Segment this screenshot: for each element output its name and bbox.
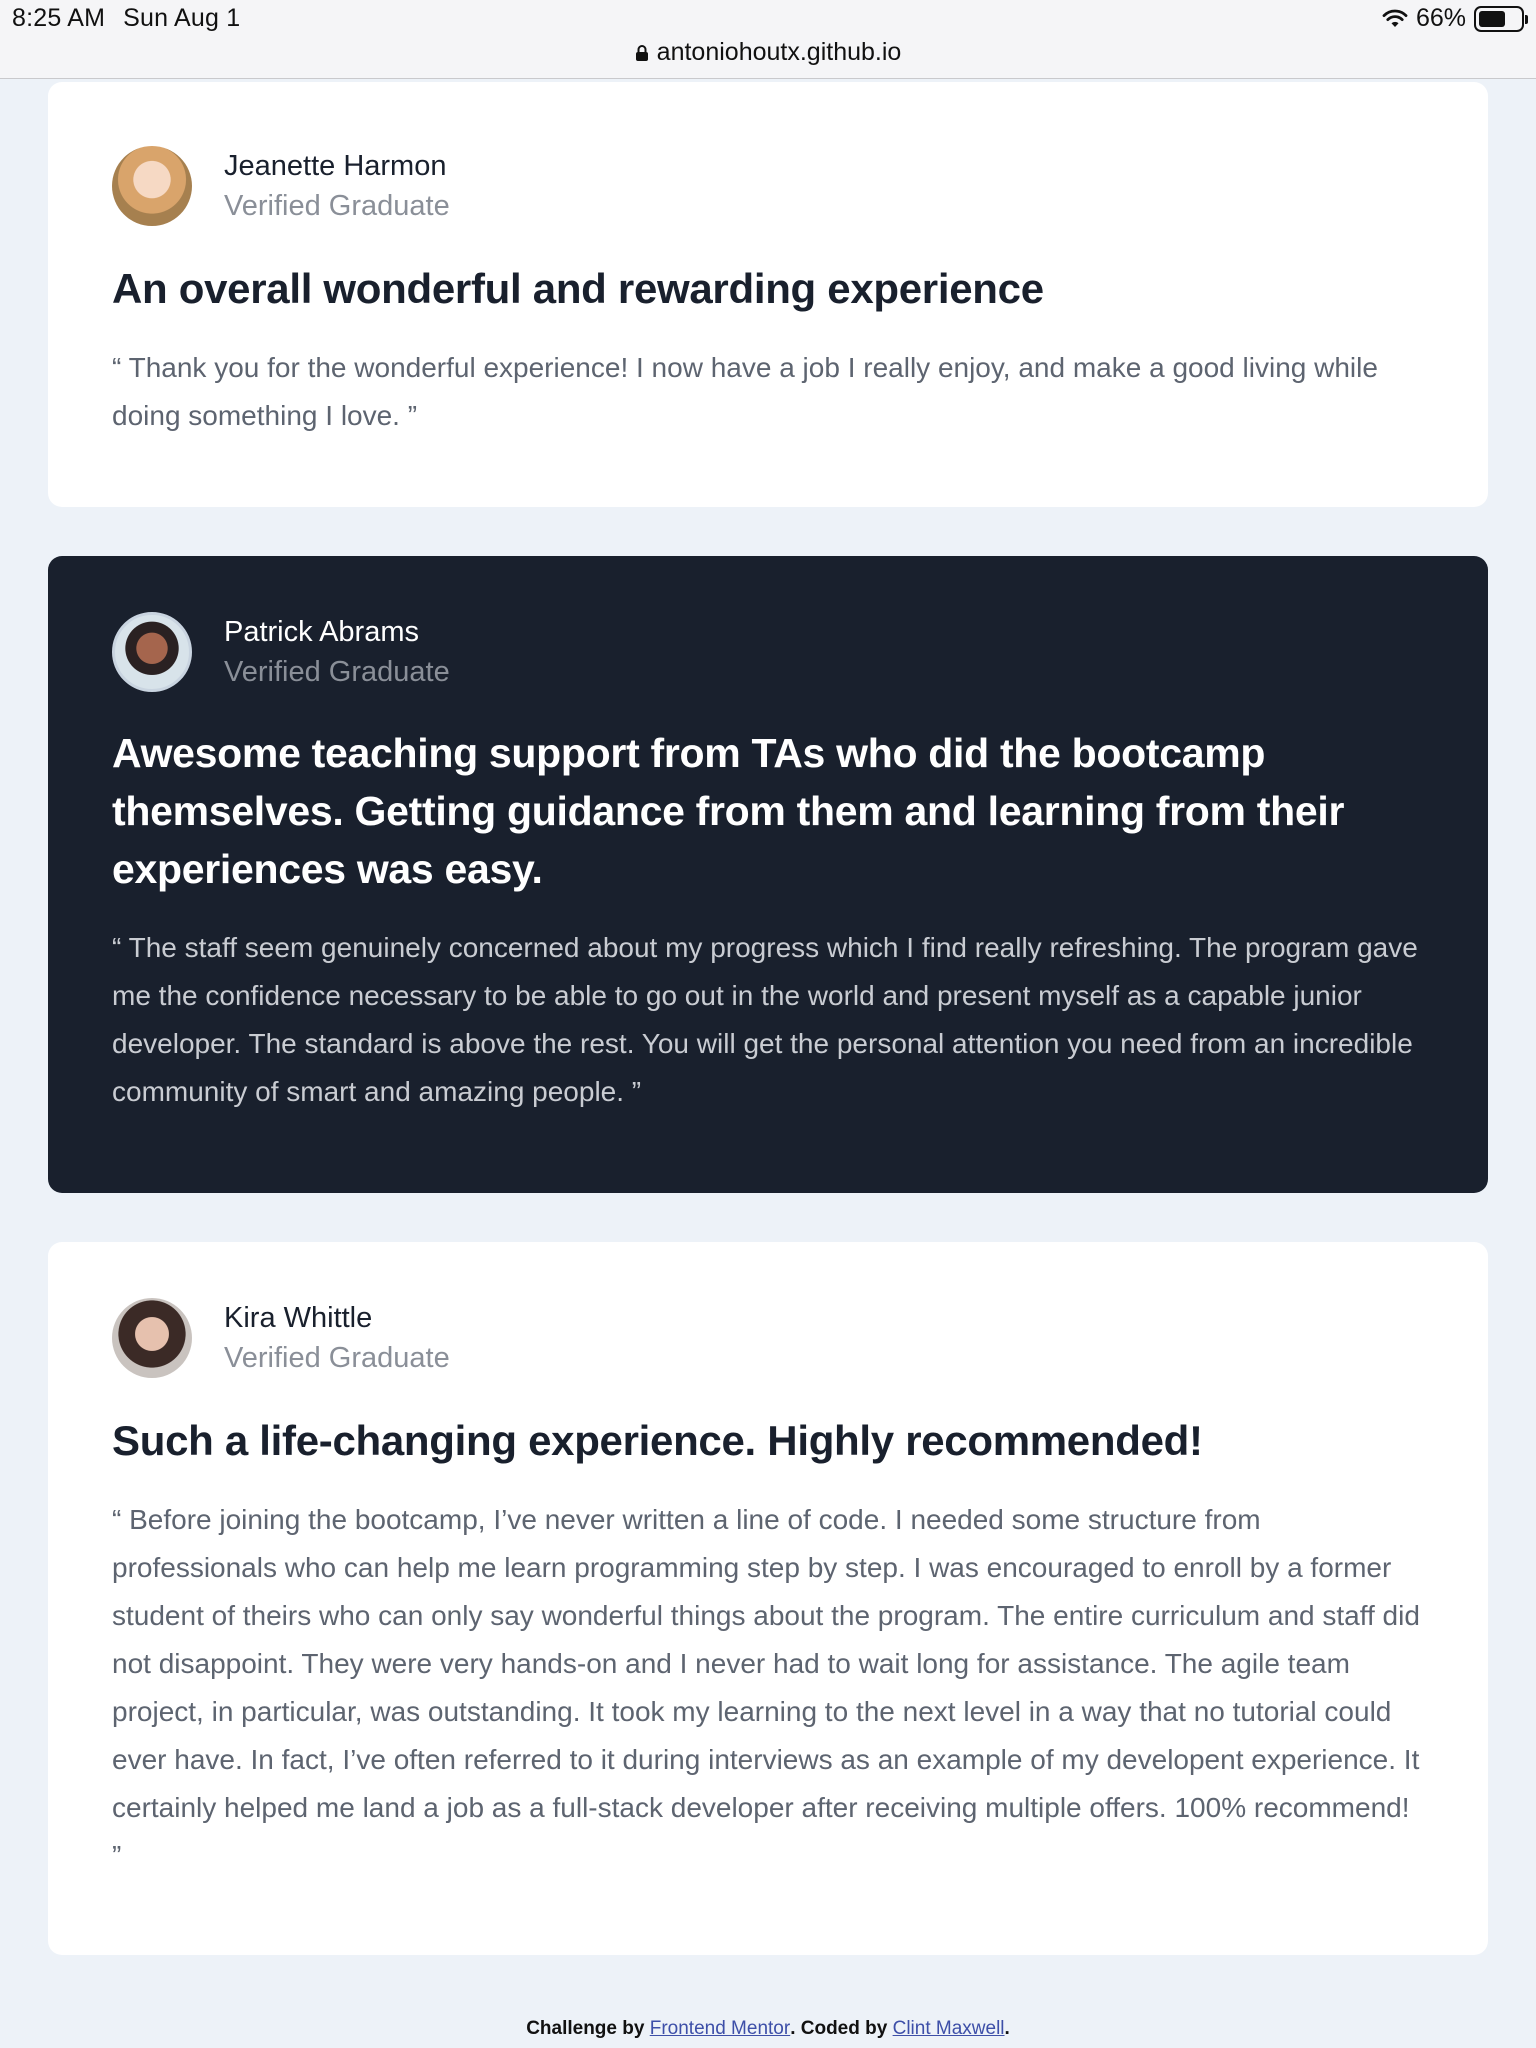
profile: Patrick Abrams Verified Graduate: [112, 612, 1424, 692]
profile: Jeanette Harmon Verified Graduate: [112, 146, 1424, 226]
battery-icon: [1474, 5, 1528, 32]
testimonial-card: Jeanette Harmon Verified Graduate An ove…: [48, 82, 1488, 507]
status-indicators: 66%: [1382, 4, 1528, 33]
battery-fill: [1479, 10, 1506, 27]
battery-percent: 66%: [1415, 4, 1466, 32]
frontend-mentor-link[interactable]: Frontend Mentor: [650, 2018, 790, 2039]
profile: Kira Whittle Verified Graduate: [112, 1298, 1424, 1378]
testimonial-quote: “ The staff seem genuinely concerned abo…: [112, 932, 1418, 1107]
testimonial-card: Kira Whittle Verified Graduate Such a li…: [48, 1242, 1488, 1955]
testimonial-quote: “ Thank you for the wonderful experience…: [112, 352, 1378, 431]
ios-status-bar: 8:25 AM Sun Aug 1 66% antoniohoutx.github…: [0, 0, 1536, 79]
attribution-footer: Challenge by Frontend Mentor. Coded by C…: [0, 2018, 1536, 2040]
status-time-date: 8:25 AM Sun Aug 1: [12, 4, 240, 33]
testimonial-card: Patrick Abrams Verified Graduate Awesome…: [48, 556, 1488, 1193]
author-status: Verified Graduate: [224, 1342, 450, 1374]
testimonial-headline: An overall wonderful and rewarding exper…: [112, 265, 1044, 312]
testimonial-quote: “ Before joining the bootcamp, I’ve neve…: [112, 1504, 1420, 1871]
address-bar[interactable]: antoniohoutx.github.io: [0, 38, 1536, 67]
author-name: Jeanette Harmon: [224, 150, 447, 182]
status-time: 8:25 AM: [12, 4, 106, 32]
footer-middle: . Coded by: [790, 2018, 888, 2039]
avatar: [112, 612, 192, 692]
lock-icon: [635, 45, 648, 61]
url-text: antoniohoutx.github.io: [656, 38, 902, 66]
author-name: Patrick Abrams: [224, 616, 419, 648]
author-status: Verified Graduate: [224, 190, 450, 222]
author-status: Verified Graduate: [224, 656, 450, 688]
wifi-icon: [1382, 9, 1408, 27]
author-name: Kira Whittle: [224, 1302, 373, 1334]
testimonial-headline: Awesome teaching support from TAs who di…: [112, 730, 1345, 892]
footer-suffix: .: [1004, 2018, 1010, 2039]
avatar: [112, 1298, 192, 1378]
status-date: Sun Aug 1: [123, 4, 241, 32]
author-link[interactable]: Clint Maxwell: [893, 2018, 1005, 2039]
testimonial-headline: Such a life-changing experience. Highly …: [112, 1417, 1203, 1464]
avatar: [112, 146, 192, 226]
footer-prefix: Challenge by: [526, 2018, 645, 2039]
